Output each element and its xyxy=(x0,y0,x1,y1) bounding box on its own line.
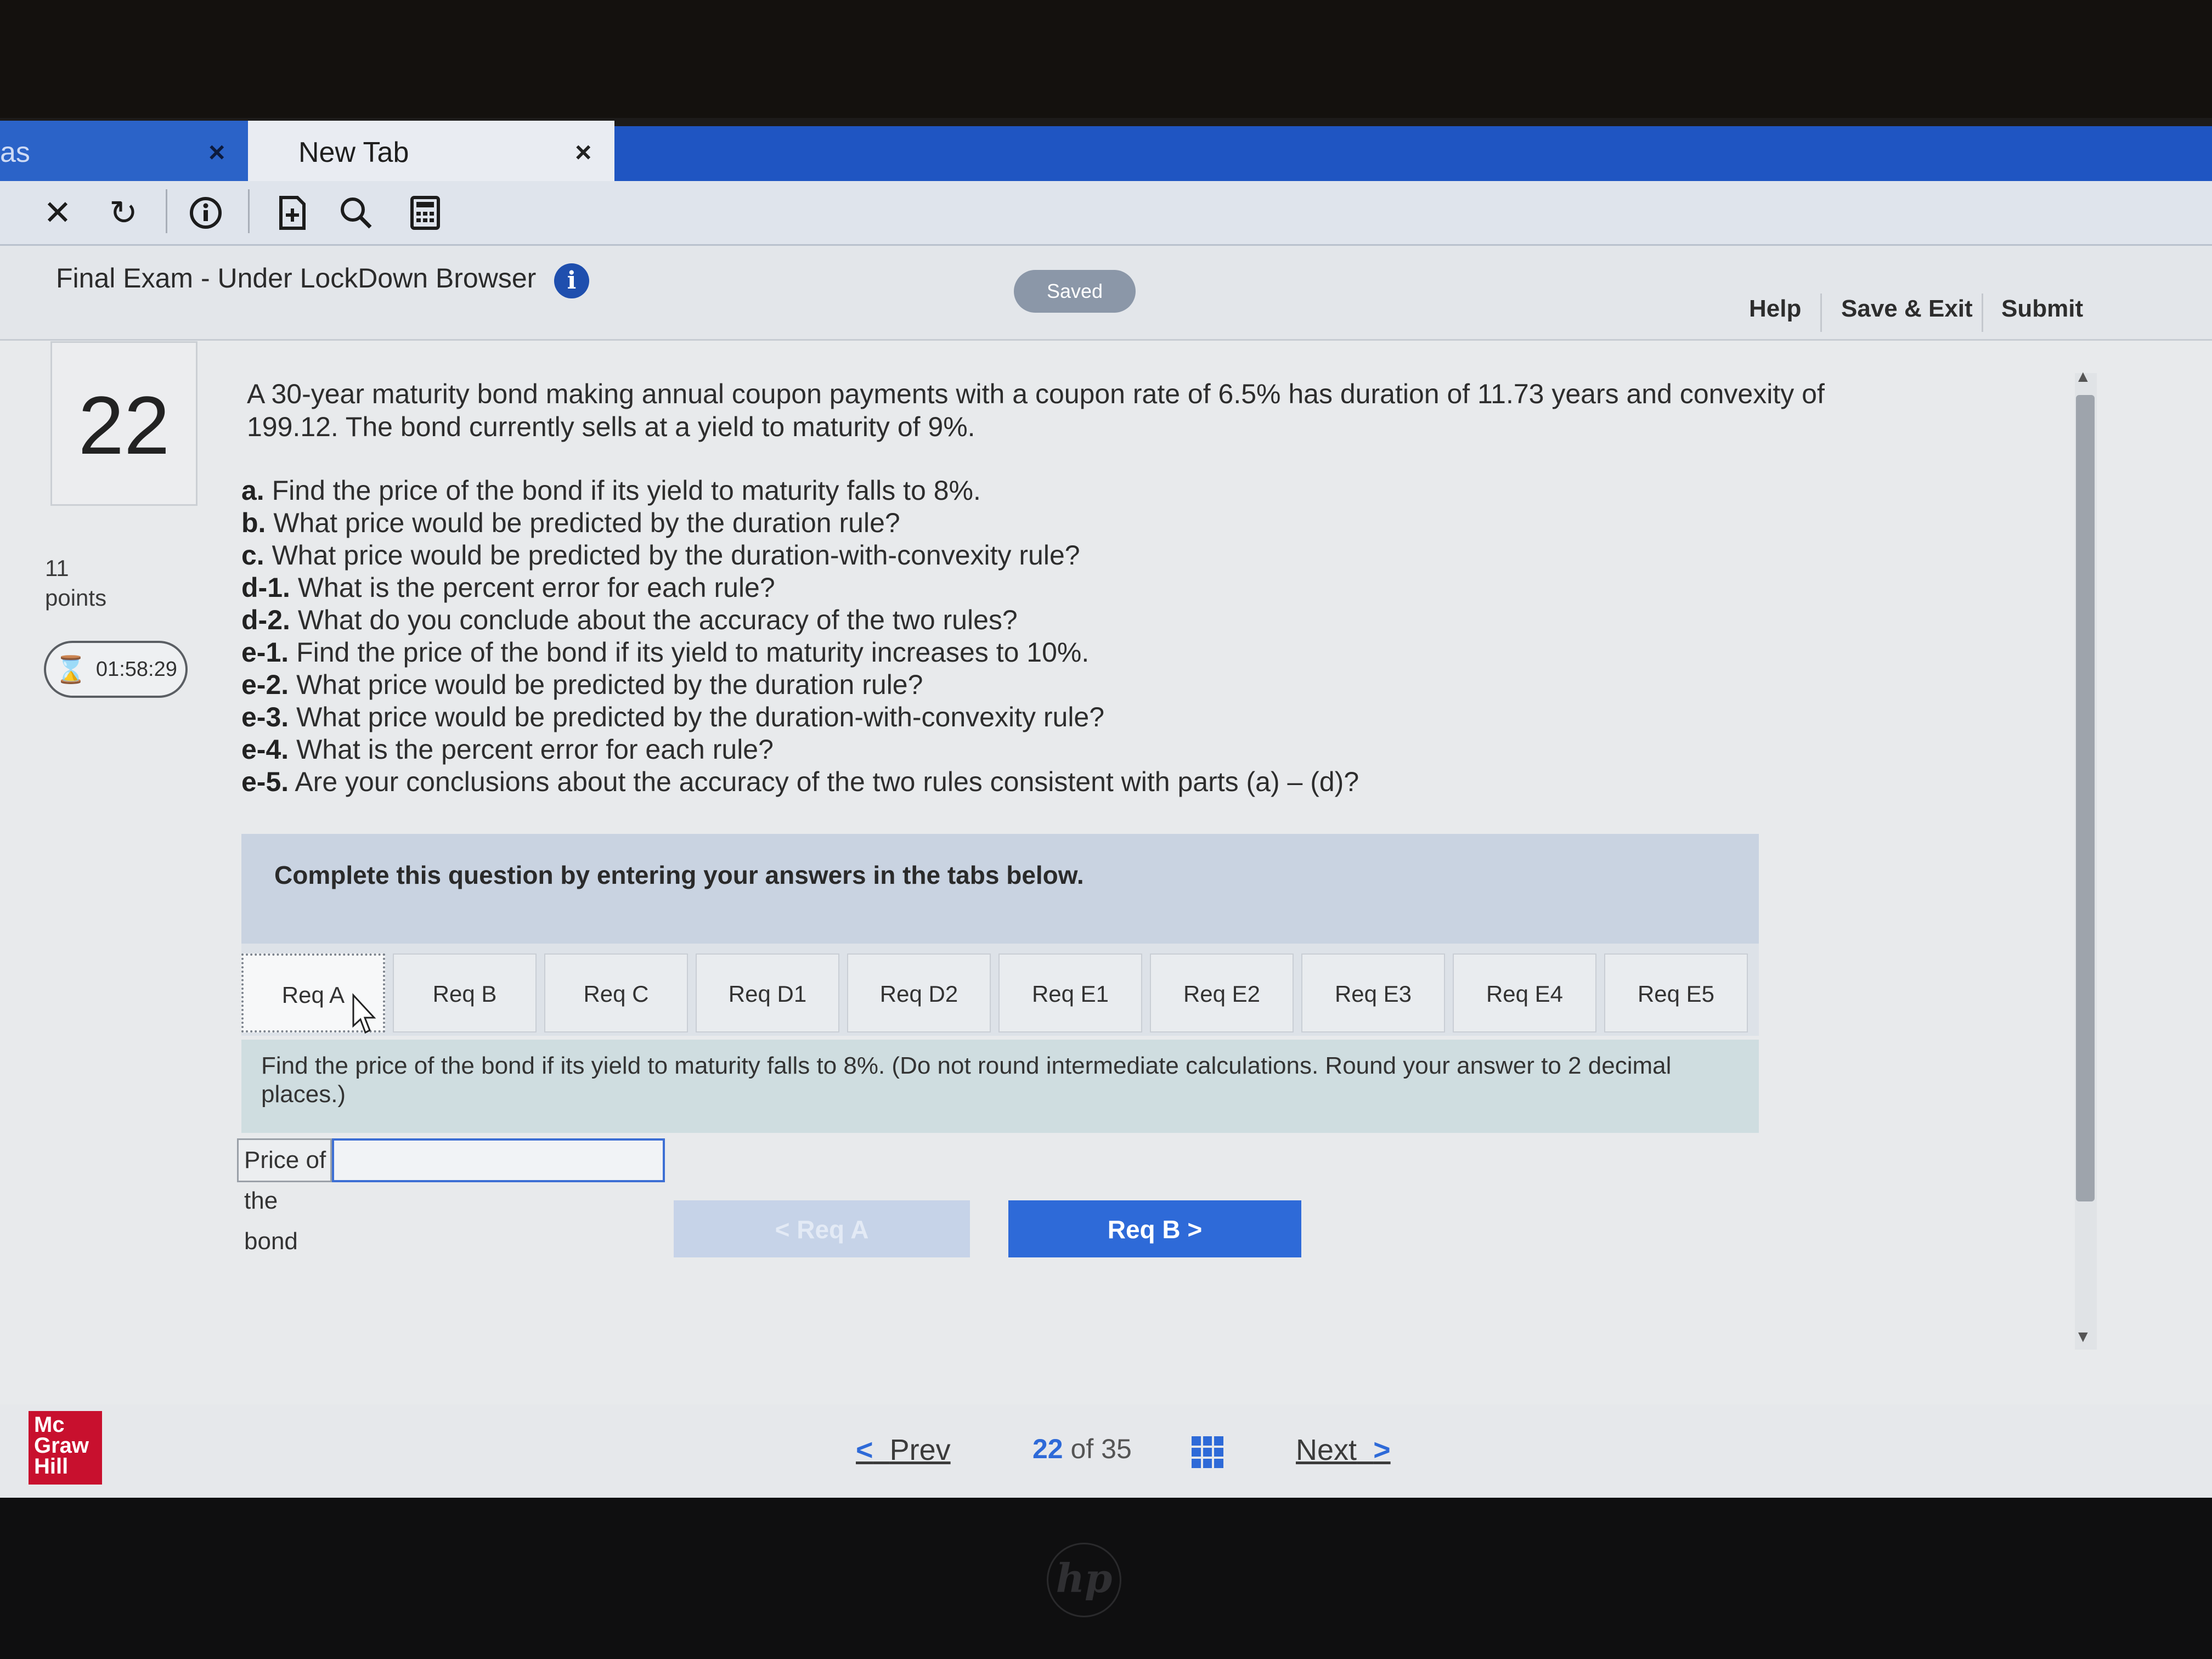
prev-req-button[interactable]: < Req A xyxy=(674,1200,970,1257)
info-circle-icon[interactable] xyxy=(181,181,230,244)
part-text: What price would be predicted by the dur… xyxy=(273,507,900,538)
part-key: c. xyxy=(241,540,264,571)
scroll-up-icon[interactable]: ▲ xyxy=(2075,368,2091,386)
close-icon[interactable]: × xyxy=(575,136,591,169)
question-part: e-5. Are your conclusions about the accu… xyxy=(241,766,1558,798)
search-icon[interactable] xyxy=(331,181,381,244)
question-part: e-4. What is the percent error for each … xyxy=(241,733,1558,766)
page-add-icon[interactable] xyxy=(268,181,317,244)
question-part: d-1. What is the percent error for each … xyxy=(241,572,1558,604)
part-text: What is the percent error for each rule? xyxy=(296,734,774,765)
grid-icon[interactable] xyxy=(1192,1436,1223,1468)
next-question-link[interactable]: Next > xyxy=(1296,1433,1391,1467)
question-number: 22 xyxy=(50,341,198,506)
scroll-down-icon[interactable]: ▼ xyxy=(2075,1328,2091,1346)
help-link[interactable]: Help xyxy=(1749,295,1801,323)
prev-label: Prev xyxy=(889,1434,951,1466)
timer-text: 01:58:29 xyxy=(95,657,177,681)
browser-tab-previous[interactable]: as × xyxy=(0,121,248,184)
submit-link[interactable]: Submit xyxy=(2001,295,2083,323)
calculator-icon[interactable] xyxy=(400,181,450,244)
chevron-left-icon: < xyxy=(856,1434,873,1466)
question-part: e-2. What price would be predicted by th… xyxy=(241,669,1558,701)
part-text: What price would be predicted by the dur… xyxy=(296,702,1105,732)
reload-icon[interactable]: ↻ xyxy=(99,181,148,244)
close-icon[interactable]: ✕ xyxy=(33,181,82,244)
question-part: c. What price would be predicted by the … xyxy=(241,539,1558,572)
part-key: b. xyxy=(241,507,266,538)
part-text: Are your conclusions about the accuracy … xyxy=(295,766,1359,797)
part-key: e-5. xyxy=(241,766,289,797)
exam-timer: ⌛ 01:58:29 xyxy=(44,641,188,698)
chevron-right-icon: > xyxy=(1373,1434,1391,1466)
price-of-bond-row: Price of the bond xyxy=(237,1138,665,1255)
info-icon[interactable]: i xyxy=(554,263,589,298)
tab-req-e2[interactable]: Req E2 xyxy=(1150,953,1294,1032)
header-separator xyxy=(1982,294,1983,332)
counter-of: of xyxy=(1070,1434,1094,1464)
part-key: e-1. xyxy=(241,637,289,668)
tab-req-b[interactable]: Req B xyxy=(393,953,537,1032)
tab-label: New Tab xyxy=(298,136,409,168)
part-key: e-4. xyxy=(241,734,289,765)
logo-line: Hill xyxy=(34,1454,69,1479)
save-exit-link[interactable]: Save & Exit xyxy=(1841,295,1973,323)
part-text: What price would be predicted by the dur… xyxy=(296,669,923,700)
part-key: a. xyxy=(241,475,264,506)
points-label: points xyxy=(45,585,107,611)
hp-logo: hp xyxy=(1047,1543,1121,1617)
toolbar-separator xyxy=(248,189,250,233)
tab-req-e4[interactable]: Req E4 xyxy=(1453,953,1596,1032)
part-text: What price would be predicted by the dur… xyxy=(272,540,1080,571)
tab-req-d1[interactable]: Req D1 xyxy=(696,953,839,1032)
current-question: 22 xyxy=(1032,1434,1063,1464)
tab-req-e3[interactable]: Req E3 xyxy=(1301,953,1445,1032)
logo-line: Graw xyxy=(34,1434,89,1458)
tab-req-e1[interactable]: Req E1 xyxy=(998,953,1142,1032)
prev-question-link[interactable]: < Prev xyxy=(856,1433,951,1467)
browser-tab-new-tab[interactable]: New Tab × xyxy=(248,121,614,184)
header-separator xyxy=(1820,294,1822,332)
price-of-bond-label: Price of the bond xyxy=(239,1140,332,1255)
part-text: What is the percent error for each rule? xyxy=(297,572,775,603)
tab-req-c[interactable]: Req C xyxy=(544,953,688,1032)
next-label: Next xyxy=(1296,1434,1357,1466)
task-instruction: Find the price of the bond if its yield … xyxy=(241,1040,1759,1133)
instruction-banner: Complete this question by entering your … xyxy=(241,834,1759,944)
part-key: e-2. xyxy=(241,669,289,700)
part-key: d-1. xyxy=(241,572,290,603)
question-part: e-1. Find the price of the bond if its y… xyxy=(241,636,1558,669)
points-value: 11 xyxy=(45,555,69,581)
tab-label: as xyxy=(0,136,30,168)
question-part: e-3. What price would be predicted by th… xyxy=(241,701,1558,733)
part-text: Find the price of the bond if its yield … xyxy=(272,475,981,506)
saved-status-badge: Saved xyxy=(1014,270,1136,313)
scrollbar-thumb[interactable] xyxy=(2076,395,2095,1201)
tab-req-e5[interactable]: Req E5 xyxy=(1604,953,1748,1032)
question-stem: A 30-year maturity bond making annual co… xyxy=(247,379,1825,442)
close-icon[interactable]: × xyxy=(208,136,225,169)
price-of-bond-input[interactable] xyxy=(332,1138,665,1182)
tab-req-d2[interactable]: Req D2 xyxy=(847,953,991,1032)
total-questions: 35 xyxy=(1101,1434,1132,1464)
question-counter: 22 of 35 xyxy=(1032,1433,1132,1465)
toolbar-separator xyxy=(166,189,167,233)
mcgraw-hill-logo: Mc Graw Hill xyxy=(29,1411,102,1485)
part-key: d-2. xyxy=(241,605,290,635)
question-part: a. Find the price of the bond if its yie… xyxy=(241,475,1558,507)
question-part: b. What price would be predicted by the … xyxy=(241,507,1558,539)
question-parts: a. Find the price of the bond if its yie… xyxy=(241,475,1558,798)
logo-line: Mc xyxy=(34,1413,65,1437)
next-req-button[interactable]: Req B > xyxy=(1008,1200,1301,1257)
exam-title: Final Exam - Under LockDown Browser xyxy=(56,263,537,294)
cursor-icon xyxy=(352,993,376,1034)
question-part: d-2. What do you conclude about the accu… xyxy=(241,604,1558,636)
part-text: What do you conclude about the accuracy … xyxy=(297,605,1018,635)
part-key: e-3. xyxy=(241,702,289,732)
hourglass-icon: ⌛ xyxy=(54,655,87,685)
part-text: Find the price of the bond if its yield … xyxy=(296,637,1090,668)
